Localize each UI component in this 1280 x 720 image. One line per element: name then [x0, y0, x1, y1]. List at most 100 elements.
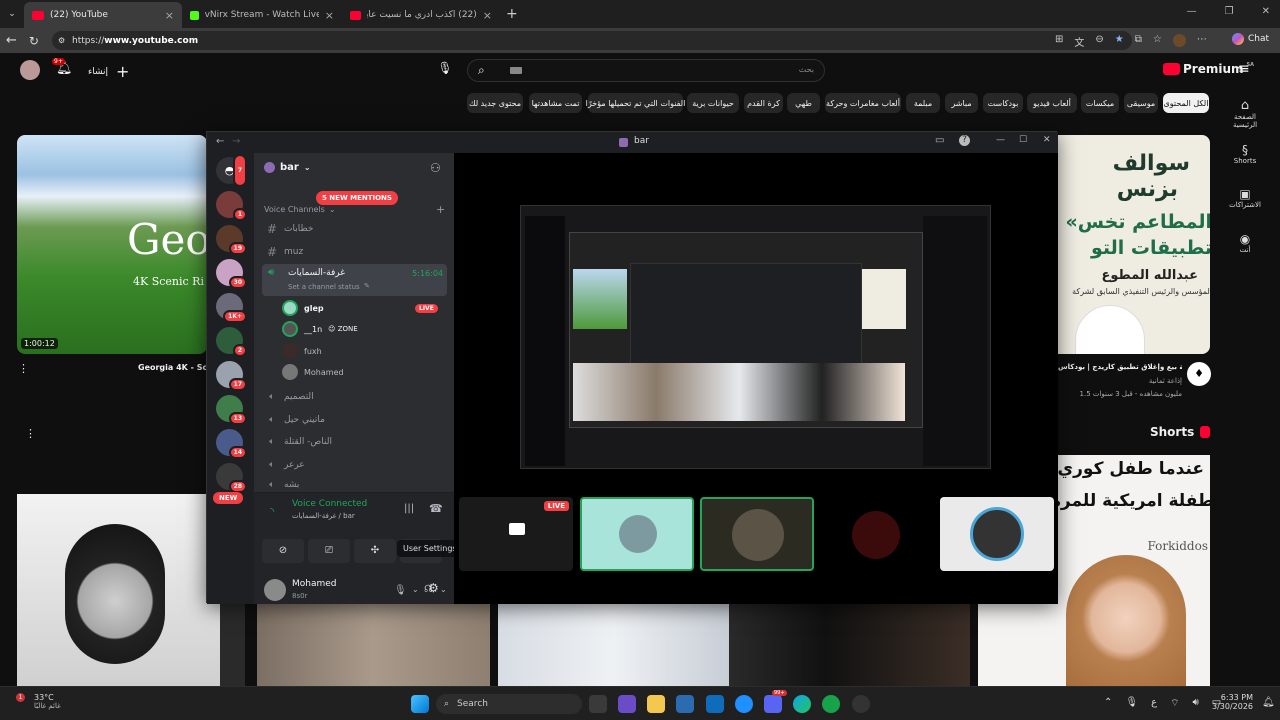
app-icon[interactable] — [676, 695, 694, 713]
minimize-icon[interactable]: — — [1187, 6, 1197, 17]
search-input[interactable]: بحث — [799, 65, 814, 74]
active-voice-channel[interactable]: 🔊︎ غرفة-السمايات 5:16:04 Set a channel s… — [262, 264, 447, 296]
maximize-icon[interactable]: ☐ — [1019, 135, 1027, 145]
minimize-icon[interactable]: — — [996, 135, 1005, 145]
chip[interactable]: محتوى جديد لك — [467, 93, 523, 113]
app-icon[interactable] — [735, 695, 753, 713]
settings-gear-icon[interactable]: ⚙ — [428, 581, 439, 595]
category-voice[interactable]: Voice Channels ⌄ — [264, 205, 336, 214]
voice-channel[interactable]: 🔈︎ الناص- القتلة — [262, 432, 447, 452]
server-header[interactable]: bar ⌄ — [264, 162, 311, 173]
site-info-icon[interactable]: ⚙ — [58, 36, 65, 45]
task-view-icon[interactable] — [589, 695, 607, 713]
close-icon[interactable]: ✕ — [1043, 135, 1051, 145]
voice-user[interactable]: Mohamed — [282, 363, 344, 381]
favorites-icon[interactable]: ☆ — [1153, 34, 1162, 49]
new-tab-button[interactable]: + — [506, 6, 518, 22]
chip[interactable]: ألعاب مغامرات وحركة — [825, 93, 901, 113]
chip[interactable]: مباشر — [945, 93, 978, 113]
participant-tile[interactable] — [700, 497, 814, 571]
taskbar-search[interactable]: ⌕ Search — [436, 694, 582, 714]
server-icon[interactable]: 30 — [216, 259, 247, 289]
chip[interactable]: طهي — [787, 93, 820, 113]
voice-user[interactable]: glep LIVE — [282, 299, 438, 317]
restore-icon[interactable]: ❐ — [1225, 6, 1234, 17]
voice-user[interactable]: fuxh — [282, 342, 322, 360]
stream-tile[interactable]: LIVE — [459, 497, 573, 571]
server-icon[interactable]: 19 — [216, 225, 247, 255]
server-icon[interactable]: 2 — [216, 327, 247, 357]
short-thumbnail[interactable] — [257, 603, 490, 686]
screen-share-button[interactable]: ⎚ — [308, 539, 350, 563]
participant-tile[interactable] — [820, 497, 934, 571]
server-icon[interactable]: 13 — [216, 395, 247, 425]
signal-icon[interactable]: ◝ — [270, 505, 274, 518]
mic-icon[interactable]: 🎙︎ — [1125, 697, 1138, 710]
url-field[interactable]: ⚙ https://www.youtube.com — [52, 31, 1132, 50]
text-channel[interactable]: # خطابات — [262, 219, 447, 239]
channel-avatar[interactable]: ♦ — [1187, 362, 1211, 386]
app-icon[interactable] — [822, 695, 840, 713]
nav-home[interactable]: ⌂ الصفحة الرئيسية — [1222, 98, 1268, 129]
new-mentions-banner[interactable]: 5 NEW MENTIONS — [316, 191, 398, 205]
bookmark-star-icon[interactable]: ★ — [1115, 34, 1124, 49]
more-menu-icon[interactable]: ⋯ — [1197, 34, 1207, 49]
tab-youtube-song[interactable]: (22) اكذب ادري ما نسيت عايض - ... × — [342, 2, 500, 28]
server-icon[interactable]: 14 — [216, 429, 247, 459]
new-badge[interactable]: NEW — [213, 492, 244, 504]
chip[interactable]: تمت مشاهدتها — [529, 93, 582, 113]
add-channel-icon[interactable]: + — [436, 203, 445, 216]
voice-channel[interactable]: 🔈︎ التصميم — [262, 387, 447, 407]
channel-name[interactable]: إذاعة ثمانية — [1100, 377, 1182, 385]
short-thumbnail[interactable] — [17, 494, 220, 686]
voice-user[interactable]: __1n 😉 ZONE — [282, 320, 358, 338]
short-thumbnail[interactable] — [729, 603, 970, 686]
weather-widget[interactable]: 1 33°C غائم غالبًا — [14, 693, 61, 710]
noise-suppression-icon[interactable]: ||| — [404, 503, 414, 514]
volume-icon[interactable]: 🔊︎ — [1192, 697, 1198, 710]
wifi-icon[interactable]: ⌔ — [1170, 697, 1179, 710]
channel-status[interactable]: Set a channel status — [288, 283, 360, 291]
notifications-icon[interactable]: 🔔︎ 9+ — [52, 58, 73, 76]
zoom-icon[interactable]: ⊖ — [1095, 34, 1103, 49]
chevron-up-icon[interactable]: ⌃ — [1104, 697, 1112, 710]
chip[interactable]: موسيقى — [1124, 93, 1158, 113]
chip[interactable]: حيوانات برية — [687, 93, 739, 113]
discord-home-icon[interactable]: ◓ 7 — [216, 154, 247, 187]
chip[interactable]: كرة القدم — [744, 93, 783, 113]
extensions-icon[interactable]: ⧉ — [1135, 34, 1142, 49]
nav-shorts[interactable]: § Shorts — [1222, 143, 1268, 165]
video-title[interactable]: قصة بيع وإغلاق تطبيق كاريدج | بودكاس — [1058, 363, 1182, 371]
voice-channel[interactable]: 🔈︎ بشه — [262, 478, 447, 492]
inbox-icon[interactable]: ▭ — [935, 135, 944, 146]
server-icon[interactable]: 28 — [216, 463, 247, 493]
keyboard-icon[interactable] — [510, 67, 522, 74]
edge-icon[interactable] — [793, 695, 811, 713]
close-window-icon[interactable]: ✕ — [1262, 6, 1270, 17]
voice-search-icon[interactable]: 🎙︎ — [436, 61, 454, 79]
disconnect-icon[interactable]: ☎ — [429, 502, 443, 515]
chip[interactable]: ألعاب فيديو — [1027, 93, 1077, 113]
video-thumbnail-business[interactable]: سوالف بزنس «المطاعم تخس تطبيقات التو عبد… — [1055, 135, 1210, 354]
video-thumbnail-georgia[interactable]: Geo 4K Scenic Ri 1:00:12 — [17, 135, 207, 354]
chip[interactable]: مبلمة — [906, 93, 940, 113]
start-icon[interactable] — [411, 695, 429, 713]
nav-you[interactable]: ◉ أنت — [1222, 232, 1268, 254]
forward-icon[interactable]: → — [232, 136, 240, 147]
translate-icon[interactable]: 文 — [1074, 34, 1084, 49]
more-icon[interactable]: ⋮ — [18, 362, 29, 375]
nav-subscriptions[interactable]: ▣ الاشتراكات — [1222, 187, 1268, 209]
chat-button[interactable]: Chat — [1232, 33, 1269, 45]
camera-off-button[interactable]: ⊘ — [262, 539, 304, 563]
server-icon[interactable]: 1 — [216, 191, 247, 221]
invite-icon[interactable]: ⚇ — [430, 161, 441, 175]
voice-channel[interactable]: 🔈︎ ماتيني حيل — [262, 410, 447, 430]
language-indicator[interactable]: ع — [1151, 697, 1157, 710]
reload-icon[interactable]: ↻ — [29, 34, 39, 48]
user-avatar[interactable] — [264, 579, 286, 601]
clock[interactable]: 6:33 PM 3/30/2026 — [1212, 693, 1253, 711]
more-icon[interactable]: ⋮ — [25, 427, 36, 440]
screen-share-stream[interactable] — [520, 205, 991, 469]
chip-all[interactable]: الكل المحتوى — [1163, 93, 1209, 113]
search-box[interactable]: ⌕ بحث — [467, 59, 825, 82]
